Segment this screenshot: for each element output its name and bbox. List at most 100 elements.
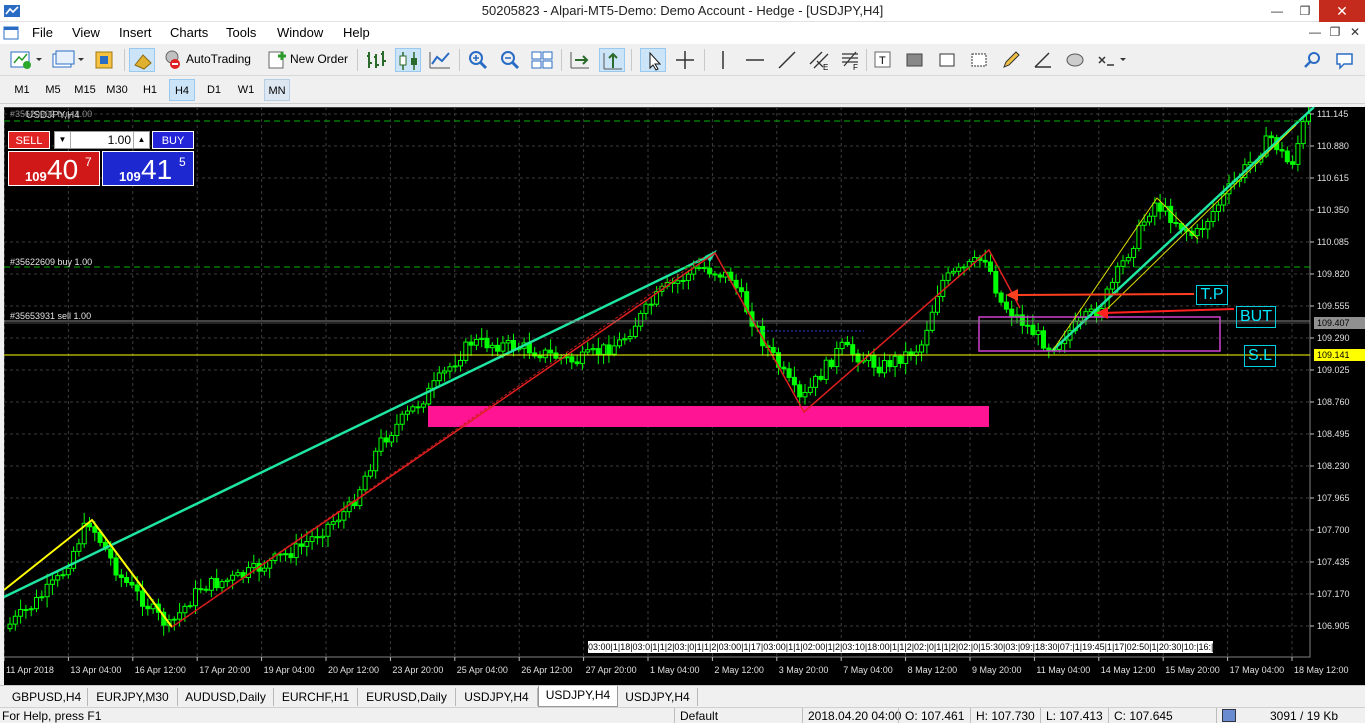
timeframe-d1[interactable]: D1 (201, 79, 227, 101)
rectangle-icon[interactable] (966, 48, 992, 72)
autoscroll-icon[interactable] (599, 48, 625, 72)
price-axis-label: 108.230 (1317, 461, 1350, 471)
tab-usdjpy-h4-active[interactable]: USDJPY,H4 (538, 686, 618, 707)
tab-eurusd-daily[interactable]: EURUSD,Daily (358, 688, 456, 706)
timeframe-h1[interactable]: H1 (137, 79, 163, 101)
market-icon[interactable] (129, 48, 155, 72)
candle-body (28, 608, 34, 611)
chat-icon[interactable] (1332, 48, 1358, 72)
candle-body (34, 596, 39, 610)
crosshair-icon[interactable] (672, 48, 698, 72)
buy-button[interactable]: BUY (152, 131, 194, 149)
status-high: H: 107.730 (976, 709, 1035, 723)
tab-gbpusd-h4[interactable]: GBPUSD,H4 (6, 688, 88, 706)
connection-icon[interactable] (1222, 709, 1236, 722)
timeframe-m5[interactable]: M5 (40, 79, 66, 101)
volume-up-icon[interactable]: ▲ (133, 132, 149, 148)
menu-file[interactable]: File (32, 25, 53, 40)
buy-entry-label[interactable]: BUT (1236, 306, 1276, 328)
price-chart[interactable]: 111.145 110.880 110.615 110.350 110.085 109.8… (4, 107, 1365, 685)
vertical-line-icon[interactable] (710, 48, 736, 72)
tab-audusd-daily[interactable]: AUDUSD,Daily (178, 688, 274, 706)
volume-down-icon[interactable]: ▼ (55, 132, 71, 148)
profiles-icon[interactable] (50, 48, 86, 72)
line-chart-icon[interactable] (427, 48, 453, 72)
menu-view[interactable]: View (72, 25, 100, 40)
minimize-icon[interactable]: — (1263, 0, 1291, 22)
pencil-icon[interactable] (998, 48, 1024, 72)
tp-label[interactable]: T.P (1196, 285, 1228, 305)
range-rectangle[interactable] (978, 316, 1221, 352)
support-zone[interactable] (428, 406, 989, 427)
timeframe-mn[interactable]: MN (264, 79, 290, 101)
menu-insert[interactable]: Insert (119, 25, 152, 40)
timeframe-m1[interactable]: M1 (9, 79, 35, 101)
timeframe-h4[interactable]: H4 (169, 79, 195, 101)
tab-eurchf-h1[interactable]: EURCHF,H1 (274, 688, 358, 706)
timeframe-m30[interactable]: M30 (104, 79, 130, 101)
status-bar: For Help, press F1 Default 2018.04.20 04… (0, 707, 1365, 723)
search-icon[interactable] (1300, 48, 1326, 72)
candle-body (49, 579, 55, 585)
child-minimize-icon[interactable]: — (1306, 25, 1324, 41)
sl-label[interactable]: S.L (1244, 345, 1276, 367)
bar-chart-icon[interactable] (363, 48, 389, 72)
autotrading-button[interactable]: AutoTrading (162, 48, 260, 72)
timeframe-w1[interactable]: W1 (233, 79, 259, 101)
menu-help[interactable]: Help (343, 25, 370, 40)
ellipse-icon[interactable] (1062, 48, 1088, 72)
yellow-zigzag[interactable] (4, 518, 173, 628)
candlestick-icon[interactable] (395, 48, 421, 72)
horizontal-line-icon[interactable] (742, 48, 768, 72)
restore-icon[interactable]: ❐ (1291, 0, 1319, 22)
equidistant-channel-icon[interactable]: E (806, 48, 832, 72)
yellow-channel-line-2[interactable] (1103, 124, 1297, 313)
zoom-out-icon[interactable] (497, 48, 523, 72)
price-axis-label: 111.145 (1317, 109, 1348, 119)
strategy-tester-icon[interactable] (92, 48, 118, 72)
menu-tools[interactable]: Tools (226, 25, 256, 40)
fibonacci-icon[interactable]: F (838, 48, 864, 72)
svg-text:E: E (823, 63, 828, 72)
text-icon[interactable]: T (870, 48, 896, 72)
cursor-icon[interactable] (640, 48, 666, 72)
child-restore-icon[interactable]: ❐ (1326, 25, 1344, 41)
zoom-in-icon[interactable] (465, 48, 491, 72)
time-axis-label: 15 May 20:00 (1165, 665, 1220, 675)
candle-body (1194, 227, 1200, 237)
candle-body (1131, 247, 1137, 259)
label-icon[interactable] (902, 48, 928, 72)
tab-eurjpy-m30[interactable]: EURJPY,M30 (88, 688, 178, 706)
candle-body (113, 557, 119, 576)
red-zigzag[interactable] (171, 248, 1021, 628)
candle-body (813, 375, 819, 388)
candle-body (701, 267, 707, 270)
new-order-button[interactable]: New Order (266, 48, 352, 72)
chart-shift-icon[interactable] (567, 48, 593, 72)
new-chart-icon[interactable] (8, 48, 44, 72)
ask-price[interactable]: 109 41 5 (102, 151, 194, 186)
menu-window[interactable]: Window (277, 25, 323, 40)
tile-windows-icon[interactable] (529, 48, 555, 72)
close-icon[interactable]: ✕ (1319, 0, 1365, 22)
tab-usdjpy-h4-1[interactable]: USDJPY,H4 (456, 688, 538, 706)
tp-arrow-line[interactable] (1011, 293, 1195, 296)
timeframe-m15[interactable]: M15 (72, 79, 98, 101)
arrows-icon[interactable] (934, 48, 960, 72)
child-close-icon[interactable]: ✕ (1346, 25, 1364, 41)
tab-usdjpy-h4-3[interactable]: USDJPY,H4 (618, 688, 698, 706)
candle-body (389, 434, 395, 443)
chart-canvas[interactable]: 111.145 110.880 110.615 110.350 110.085 109.8… (4, 107, 1365, 685)
entry-arrow-line[interactable] (1101, 308, 1235, 314)
sell-button[interactable]: SELL (8, 131, 50, 149)
menu-charts[interactable]: Charts (170, 25, 208, 40)
more-objects-icon[interactable] (1094, 48, 1130, 72)
candle-body (214, 577, 220, 589)
candle-body (643, 303, 649, 314)
time-axis-label: 18 May 12:00 (1294, 665, 1349, 675)
triangle-icon[interactable] (1030, 48, 1056, 72)
bid-price[interactable]: 109 40 7 (8, 151, 100, 186)
volume-field[interactable]: ▼ 1.00 ▲ (54, 131, 150, 149)
time-axis-label: 14 May 12:00 (1101, 665, 1156, 675)
trendline-icon[interactable] (774, 48, 800, 72)
